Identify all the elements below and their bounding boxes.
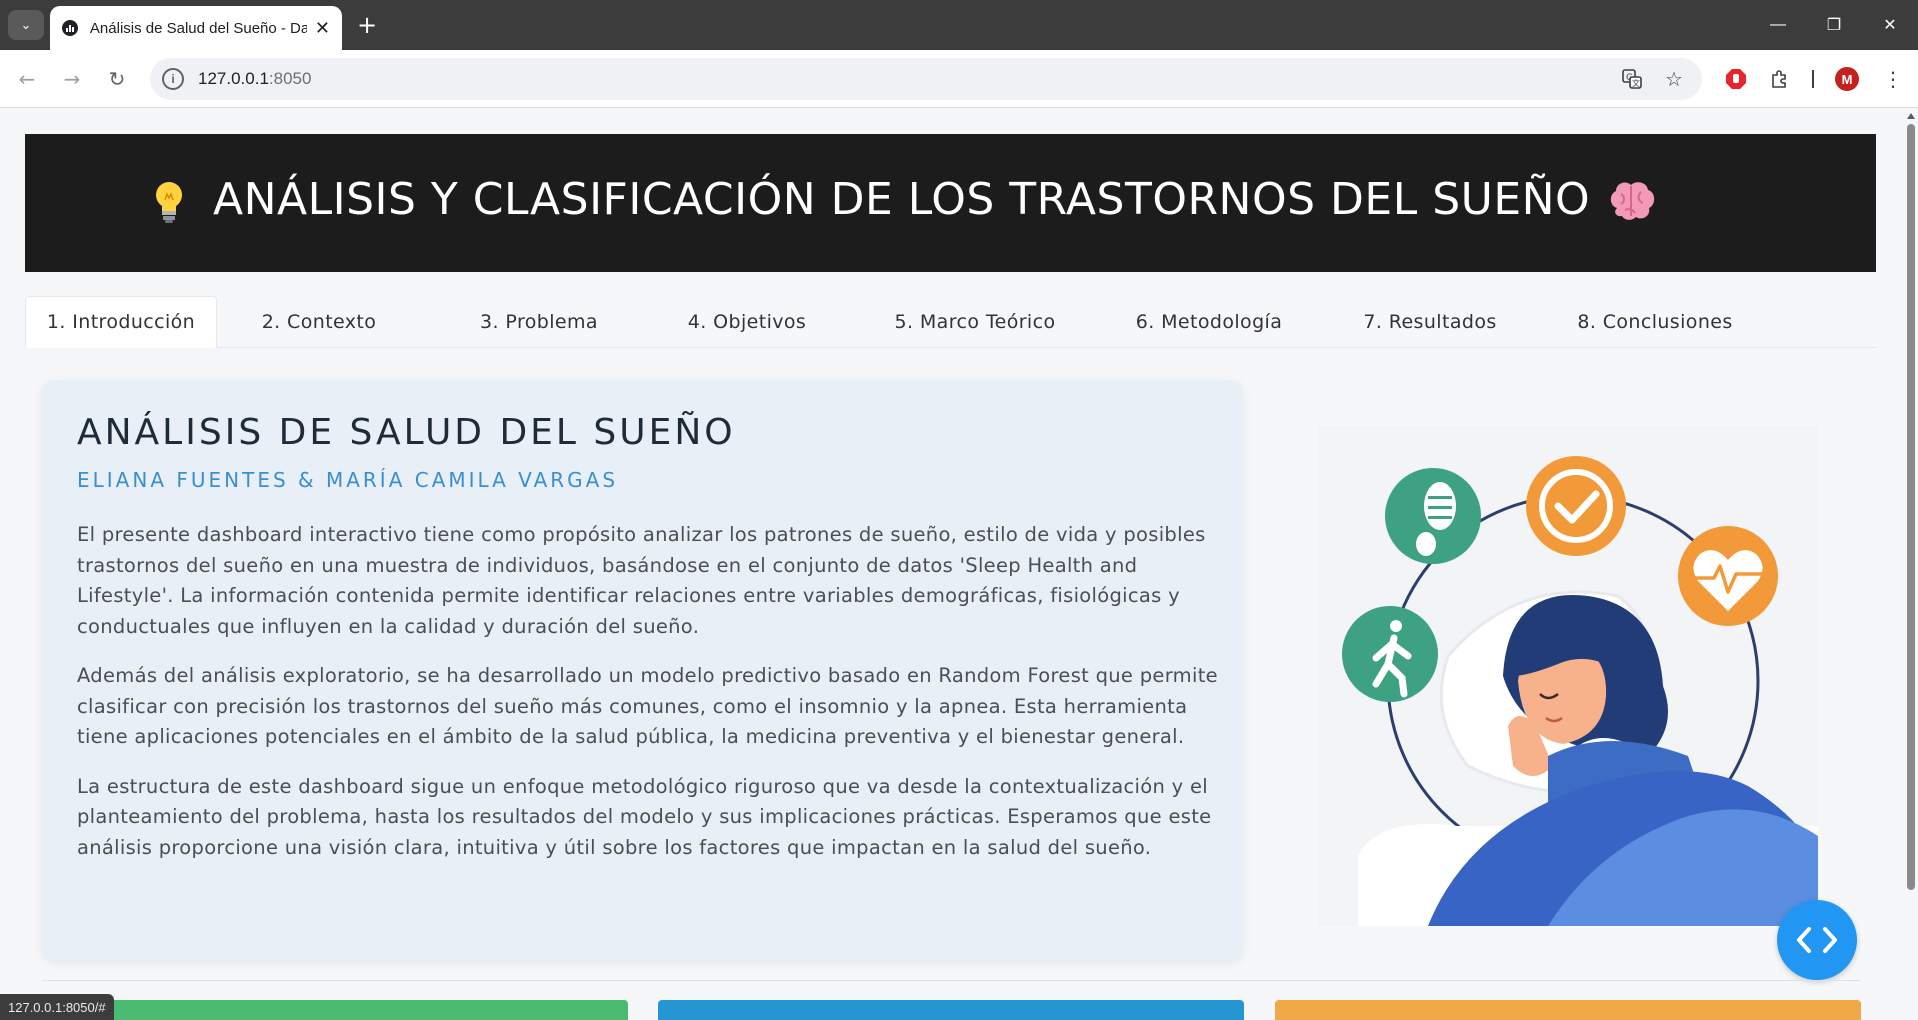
stat-card-green	[42, 1000, 628, 1020]
browser-toolbar: ← → ↻ i 127.0.0.1:8050 G文 ☆ M ⋮	[0, 50, 1918, 108]
tab-marco-teorico[interactable]: 5. Marco Teórico	[870, 296, 1080, 348]
tab-problema[interactable]: 3. Problema	[454, 296, 624, 348]
header-banner: ANÁLISIS Y CLASIFICACIÓN DE LOS TRASTORN…	[25, 134, 1876, 272]
chevron-down-icon: ⌄	[20, 17, 32, 33]
extensions-puzzle-icon[interactable]	[1767, 66, 1793, 92]
stat-card-orange	[1275, 1000, 1861, 1020]
browser-tab[interactable]: Análisis de Salud del Sueño - Dash ✕	[50, 6, 342, 50]
status-bar-url: 127.0.0.1:8050/#	[0, 994, 114, 1020]
intro-body: El presente dashboard interactivo tiene …	[77, 520, 1222, 882]
tab-metodologia[interactable]: 6. Metodología	[1114, 296, 1304, 348]
window-close-icon[interactable]: ✕	[1870, 10, 1910, 40]
sleeping-woman-illustration	[1318, 426, 1818, 926]
intro-paragraph: Además del análisis exploratorio, se ha …	[77, 664, 1218, 748]
tab-contexto[interactable]: 2. Contexto	[229, 296, 409, 348]
bookmark-star-icon[interactable]: ☆	[1662, 67, 1686, 91]
section-divider	[42, 980, 1860, 981]
lightbulb-icon	[156, 182, 182, 223]
page-viewport: ANÁLISIS Y CLASIFICACIÓN DE LOS TRASTORN…	[0, 108, 1904, 1020]
adblock-extension-icon[interactable]	[1723, 66, 1749, 92]
forward-arrow-icon[interactable]: →	[57, 64, 87, 94]
intro-paragraph: La estructura de este dashboard sigue un…	[77, 774, 1212, 859]
more-menu-icon[interactable]: ⋮	[1880, 66, 1906, 92]
intro-authors: ELIANA FUENTES & MARÍA CAMILA VARGAS	[77, 468, 619, 492]
svg-text:文: 文	[1632, 78, 1640, 88]
translate-icon[interactable]: G文	[1620, 67, 1644, 91]
new-tab-button[interactable]: +	[352, 10, 382, 40]
close-icon[interactable]: ✕	[315, 18, 330, 39]
intro-card: ANÁLISIS DE SALUD DEL SUEÑO ELIANA FUENT…	[42, 380, 1243, 960]
back-arrow-icon[interactable]: ←	[12, 64, 42, 94]
tab-resultados[interactable]: 7. Resultados	[1335, 296, 1525, 348]
tab-objetivos[interactable]: 4. Objetivos	[657, 296, 837, 348]
brain-icon	[1610, 182, 1655, 220]
stat-card-blue	[658, 1000, 1244, 1020]
page-scrollbar[interactable]	[1904, 108, 1918, 1020]
intro-title: ANÁLISIS DE SALUD DEL SUEÑO	[77, 412, 736, 453]
profile-avatar[interactable]: M	[1835, 67, 1859, 91]
address-bar[interactable]: i 127.0.0.1:8050 G文 ☆	[150, 58, 1702, 100]
browser-tabstrip: ⌄ Análisis de Salud del Sueño - Dash ✕ +…	[0, 0, 1918, 50]
code-toggle-button[interactable]	[1777, 900, 1857, 980]
restore-icon[interactable]: ❐	[1814, 10, 1854, 40]
minimize-icon[interactable]: —	[1758, 10, 1798, 40]
toolbar-divider	[1812, 70, 1814, 88]
tab-introduccion[interactable]: 1. Introducción	[25, 296, 217, 348]
tab-conclusiones[interactable]: 8. Conclusiones	[1555, 296, 1755, 348]
tab-title: Análisis de Salud del Sueño - Dash	[89, 19, 307, 37]
scroll-up-arrow-icon[interactable]	[1907, 113, 1915, 119]
tab-search-button[interactable]: ⌄	[8, 10, 44, 40]
intro-paragraph: El presente dashboard interactivo tiene …	[77, 523, 1206, 638]
chart-favicon-icon	[62, 20, 78, 36]
section-tabs: 1. Introducción 2. Contexto 3. Problema …	[25, 296, 1876, 348]
reload-icon[interactable]: ↻	[102, 64, 132, 94]
site-info-icon[interactable]: i	[162, 68, 184, 90]
address-url: 127.0.0.1:8050	[198, 69, 312, 88]
page-title: ANÁLISIS Y CLASIFICACIÓN DE LOS TRASTORN…	[213, 174, 1591, 225]
scrollbar-thumb[interactable]	[1907, 124, 1915, 890]
code-brackets-icon	[1797, 927, 1837, 953]
